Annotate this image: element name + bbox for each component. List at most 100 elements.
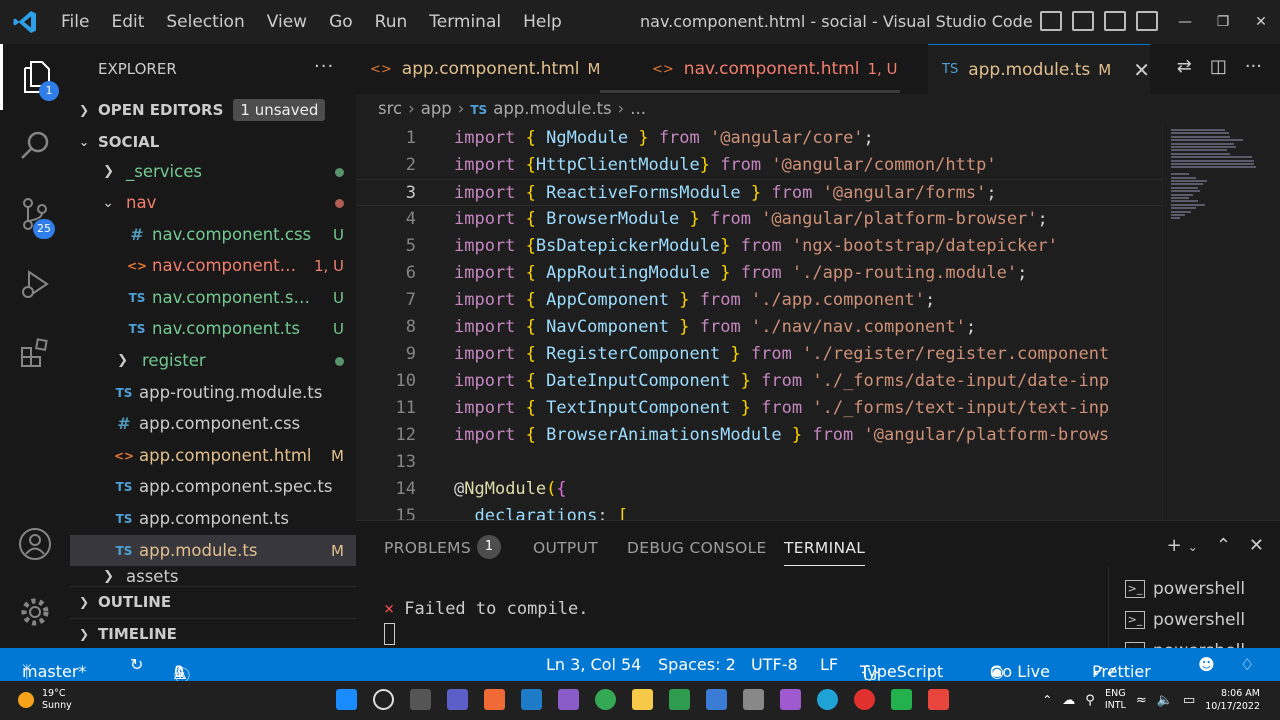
menu-selection[interactable]: Selection (155, 12, 255, 32)
tab-app-module-ts[interactable]: TS app.module.ts M ✕ (928, 44, 1150, 94)
split-editor-icon[interactable]: ◫ (1210, 56, 1227, 77)
breadcrumb-src[interactable]: src (378, 99, 402, 118)
chrome-icon[interactable] (595, 689, 616, 710)
cursor-position[interactable]: Ln 3, Col 54 (546, 655, 641, 674)
code-line[interactable]: 10 import { DateInputComponent } from './… (356, 368, 1162, 395)
opera-icon[interactable] (854, 689, 875, 710)
terminal-output[interactable]: × Failed to compile. (384, 599, 588, 619)
recorder-icon[interactable] (928, 689, 949, 710)
tab-nav-component-html[interactable]: <> nav.component.html 1, U (638, 44, 928, 94)
language-indicator[interactable]: ENG INTL (1105, 688, 1126, 712)
toggle-sidebar-icon[interactable] (1040, 11, 1062, 31)
minimap[interactable] (1162, 125, 1280, 520)
menu-view[interactable]: View (256, 12, 318, 32)
breadcrumb-symbol[interactable]: ... (630, 99, 646, 118)
search-icon[interactable] (373, 689, 394, 710)
tree-file-app-ts[interactable]: TS app.component.ts (70, 503, 356, 534)
menu-edit[interactable]: Edit (100, 12, 155, 32)
microphone-icon[interactable]: ⚲ (1085, 693, 1095, 708)
menu-file[interactable]: File (50, 12, 100, 32)
tab-scrollbar[interactable] (600, 90, 900, 93)
new-terminal-icon[interactable]: + (1167, 535, 1182, 556)
windows-start-icon[interactable] (336, 689, 357, 710)
open-changes-icon[interactable]: ⇄ (1177, 56, 1192, 77)
code-line[interactable]: 7 import { AppComponent } from './app.com… (356, 287, 1162, 314)
code-line[interactable]: 12 import { BrowserAnimationsModule } fro… (356, 422, 1162, 449)
toggle-secondary-sidebar-icon[interactable] (1104, 11, 1126, 31)
chevron-up-icon[interactable]: ⌃ (1042, 693, 1052, 707)
accounts-icon[interactable] (0, 511, 70, 577)
code-line[interactable]: 14 @NgModule({ (356, 476, 1162, 503)
search-icon[interactable] (0, 113, 70, 179)
end-of-line[interactable]: LF (820, 655, 838, 674)
close-tab-icon[interactable]: ✕ (1133, 58, 1150, 82)
clock[interactable]: 8:06 AM 10/17/2022 (1205, 687, 1260, 713)
panel-tab-debug-console[interactable]: DEBUG CONSOLE (627, 539, 767, 557)
code-line[interactable]: 1 import { NgModule } from '@angular/core… (356, 125, 1162, 152)
code-line[interactable]: 9 import { RegisterComponent } from './re… (356, 341, 1162, 368)
panel-tab-output[interactable]: OUTPUT (533, 539, 598, 557)
panel-tab-terminal[interactable]: TERMINAL (784, 539, 866, 566)
notepad-plus-icon[interactable] (669, 689, 690, 710)
terminal-instance[interactable]: >_ powershell (1125, 610, 1245, 630)
menu-terminal[interactable]: Terminal (418, 12, 512, 32)
settings-gear-icon[interactable] (0, 579, 70, 645)
code-line[interactable]: 8 import { NavComponent } from './nav/nav… (356, 314, 1162, 341)
customize-layout-icon[interactable] (1136, 11, 1158, 31)
breadcrumb-file[interactable]: TS app.module.ts (470, 99, 611, 118)
menu-help[interactable]: Help (512, 12, 573, 32)
terminal-instance[interactable]: >_ powershell (1125, 579, 1245, 599)
tree-folder-assets[interactable]: ❯ assets (70, 566, 356, 586)
maximize-panel-icon[interactable]: ⌃ (1216, 535, 1231, 556)
code-line[interactable]: 6 import { AppRoutingModule } from './app… (356, 260, 1162, 287)
vscode-taskbar-icon[interactable] (521, 689, 542, 710)
onedrive-icon[interactable]: ☁ (1062, 693, 1075, 708)
weather-widget[interactable]: 19°C Sunny (18, 688, 72, 712)
calculator-icon[interactable] (706, 689, 727, 710)
run-debug-icon[interactable] (0, 251, 70, 317)
notifications-bell-icon[interactable]: ♢ (1240, 655, 1254, 674)
open-editors-section[interactable]: ❯ OPEN EDITORS 1 unsaved (70, 95, 356, 125)
tree-file-nav-ts[interactable]: TS nav.component.ts U (70, 313, 356, 344)
outline-section[interactable]: ❯ OUTLINE (70, 586, 356, 616)
panel-tab-problems[interactable]: PROBLEMS (384, 539, 471, 557)
tree-file-app-routing[interactable]: TS app-routing.module.ts (70, 377, 356, 408)
file-explorer-icon[interactable] (632, 689, 653, 710)
more-editor-actions-icon[interactable]: ··· (1245, 56, 1262, 77)
tree-file-app-spec[interactable]: TS app.component.spec.ts (70, 471, 356, 502)
encoding[interactable]: UTF-8 (751, 655, 798, 674)
minimize-icon[interactable]: — (1166, 0, 1204, 44)
code-line[interactable]: 2 import {HttpClientModule} from '@angula… (356, 152, 1162, 179)
tree-folder-register[interactable]: ❯ register (70, 345, 356, 376)
sync-icon[interactable]: ↻ (130, 655, 143, 674)
edge-icon[interactable] (817, 689, 838, 710)
chevron-down-icon[interactable]: ⌄ (1188, 540, 1198, 556)
toggle-panel-icon[interactable] (1072, 11, 1094, 31)
restore-icon[interactable]: ❐ (1204, 0, 1242, 44)
camtasia-icon[interactable] (891, 689, 912, 710)
code-editor[interactable]: 1 import { NgModule } from '@angular/core… (356, 125, 1162, 520)
indentation[interactable]: Spaces: 2 (658, 655, 736, 674)
close-window-icon[interactable]: ✕ (1242, 0, 1280, 44)
extensions-icon[interactable] (0, 320, 70, 386)
feedback-icon[interactable]: ☻ (1198, 655, 1215, 674)
code-line[interactable]: 3 import { ReactiveFormsModule } from '@a… (356, 179, 1162, 206)
breadcrumb-app[interactable]: app (421, 99, 452, 118)
tree-file-nav-spec[interactable]: TS nav.component.spec.ts U (70, 282, 356, 313)
visual-studio-icon[interactable] (558, 689, 579, 710)
close-panel-icon[interactable]: ✕ (1249, 535, 1264, 556)
tree-file-app-css[interactable]: # app.component.css (70, 408, 356, 439)
volume-icon[interactable]: 🔈 (1157, 693, 1173, 708)
folder-section[interactable]: ⌄ SOCIAL (70, 127, 356, 157)
more-actions-icon[interactable]: ··· (314, 56, 334, 77)
tree-file-nav-css[interactable]: # nav.component.css U (70, 219, 356, 250)
code-line[interactable]: 11 import { TextInputComponent } from './… (356, 395, 1162, 422)
code-line[interactable]: 4 import { BrowserModule } from '@angular… (356, 206, 1162, 233)
app-icon[interactable] (484, 689, 505, 710)
visual-studio-preview-icon[interactable] (780, 689, 801, 710)
tab-app-component-html[interactable]: <> app.component.html M (356, 44, 624, 94)
wifi-icon[interactable]: ≈ (1136, 693, 1147, 708)
task-view-icon[interactable] (410, 689, 431, 710)
menu-run[interactable]: Run (364, 12, 419, 32)
code-line[interactable]: 13 (356, 449, 1162, 476)
